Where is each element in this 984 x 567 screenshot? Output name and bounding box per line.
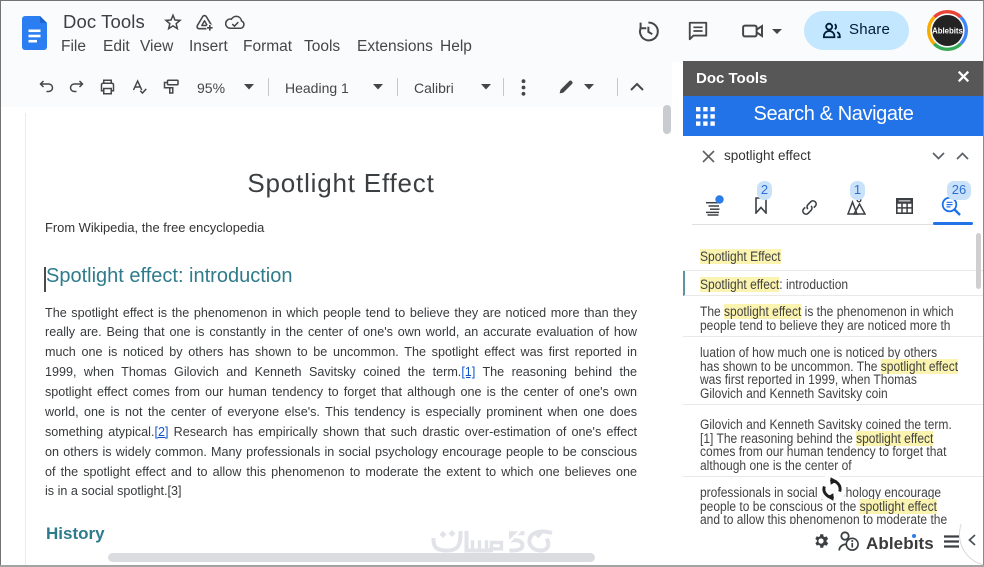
svg-text:Ablebits: Ablebits xyxy=(932,27,963,36)
